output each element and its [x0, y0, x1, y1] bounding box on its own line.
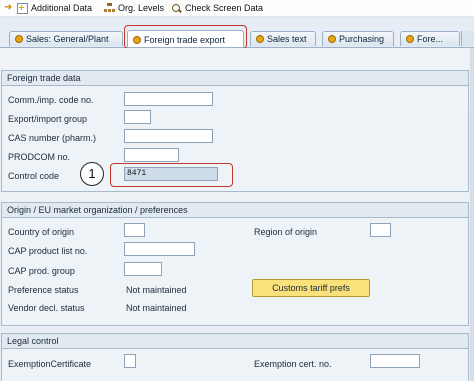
cap-product-list-label: CAP product list no.: [8, 246, 88, 256]
magnifier-icon: [172, 3, 182, 13]
step-callout: 1: [80, 162, 104, 186]
window-right-edge: [470, 48, 474, 381]
prodcom-field[interactable]: [124, 148, 179, 162]
additional-data-label: Additional Data: [31, 3, 93, 13]
tab-scroll-right[interactable]: [461, 31, 474, 46]
exemption-cert-no-field[interactable]: [370, 354, 420, 368]
tab-sales-text[interactable]: Sales text: [250, 31, 316, 46]
foreign-trade-data-group: Foreign trade data: [1, 70, 469, 192]
tab-label: Purchasing: [339, 34, 385, 44]
tab-foreign-more[interactable]: Fore...: [400, 31, 460, 46]
tab-sales-general-plant[interactable]: Sales: General/Plant: [9, 31, 123, 46]
additional-data-button[interactable]: ➜ Additional Data: [4, 2, 92, 14]
cap-product-list-field[interactable]: [124, 242, 195, 256]
cap-prod-group-field[interactable]: [124, 262, 162, 276]
preference-status-value: Not maintained: [126, 285, 187, 295]
arrow-right-icon: ➜: [4, 2, 13, 13]
control-code-label: Control code: [8, 171, 60, 181]
control-code-highlight-box: [110, 163, 233, 187]
tab-status-icon: [256, 35, 264, 43]
tab-status-icon: [406, 35, 414, 43]
vendor-decl-status-label: Vendor decl. status: [8, 303, 85, 313]
cas-number-field[interactable]: [124, 129, 213, 143]
comm-imp-code-field[interactable]: [124, 92, 213, 106]
vendor-decl-status-value: Not maintained: [126, 303, 187, 313]
org-levels-label: Org. Levels: [118, 3, 165, 13]
region-of-origin-field[interactable]: [370, 223, 391, 237]
group-title: Foreign trade data: [2, 71, 468, 86]
tab-highlight-box: [124, 25, 247, 49]
cap-prod-group-label: CAP prod. group: [8, 266, 75, 276]
tab-label: Sales: General/Plant: [26, 34, 109, 44]
region-of-origin-label: Region of origin: [254, 227, 318, 237]
group-title: Origin / EU market organization / prefer…: [2, 203, 468, 218]
tab-status-icon: [15, 35, 23, 43]
export-import-group-label: Export/import group: [8, 114, 88, 124]
comm-imp-code-label: Comm./imp. code no.: [8, 95, 94, 105]
export-import-group-field[interactable]: [124, 110, 151, 124]
check-screen-data-label: Check Screen Data: [185, 3, 264, 13]
customs-tariff-prefs-button[interactable]: Customs tariff prefs: [252, 279, 370, 297]
exemption-cert-no-label: Exemption cert. no.: [254, 359, 332, 369]
group-title: Legal control: [2, 334, 468, 349]
cas-number-label: CAS number (pharm.): [8, 133, 97, 143]
prodcom-label: PRODCOM no.: [8, 152, 71, 162]
check-screen-data-button[interactable]: Check Screen Data: [172, 2, 263, 14]
tab-label: Sales text: [267, 34, 307, 44]
exemption-certificate-field[interactable]: [124, 354, 136, 368]
org-levels-button[interactable]: Org. Levels: [104, 2, 164, 14]
additional-data-icon: [17, 2, 28, 14]
tab-purchasing[interactable]: Purchasing: [322, 31, 394, 46]
country-of-origin-field[interactable]: [124, 223, 145, 237]
org-levels-icon: [104, 3, 115, 13]
preference-status-label: Preference status: [8, 285, 79, 295]
exemption-certificate-label: ExemptionCertificate: [8, 359, 92, 369]
tab-status-icon: [328, 35, 336, 43]
tab-label: Fore...: [417, 34, 444, 44]
application-toolbar: ➜ Additional Data Org. Levels Check Scre…: [0, 0, 474, 17]
country-of-origin-label: Country of origin: [8, 227, 75, 237]
